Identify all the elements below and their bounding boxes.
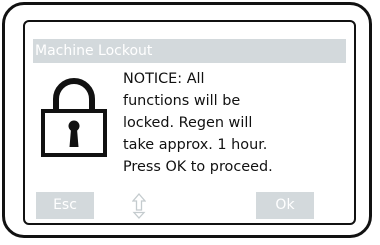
padlock-icon	[41, 78, 107, 157]
lockout-message: NOTICE: All functions will be locked. Re…	[123, 71, 273, 175]
ok-button[interactable]: Ok	[256, 192, 314, 219]
up-down-arrow-icon	[132, 193, 146, 219]
dialog-title: Machine Lockout	[33, 39, 346, 63]
esc-button[interactable]: Esc	[36, 192, 94, 219]
